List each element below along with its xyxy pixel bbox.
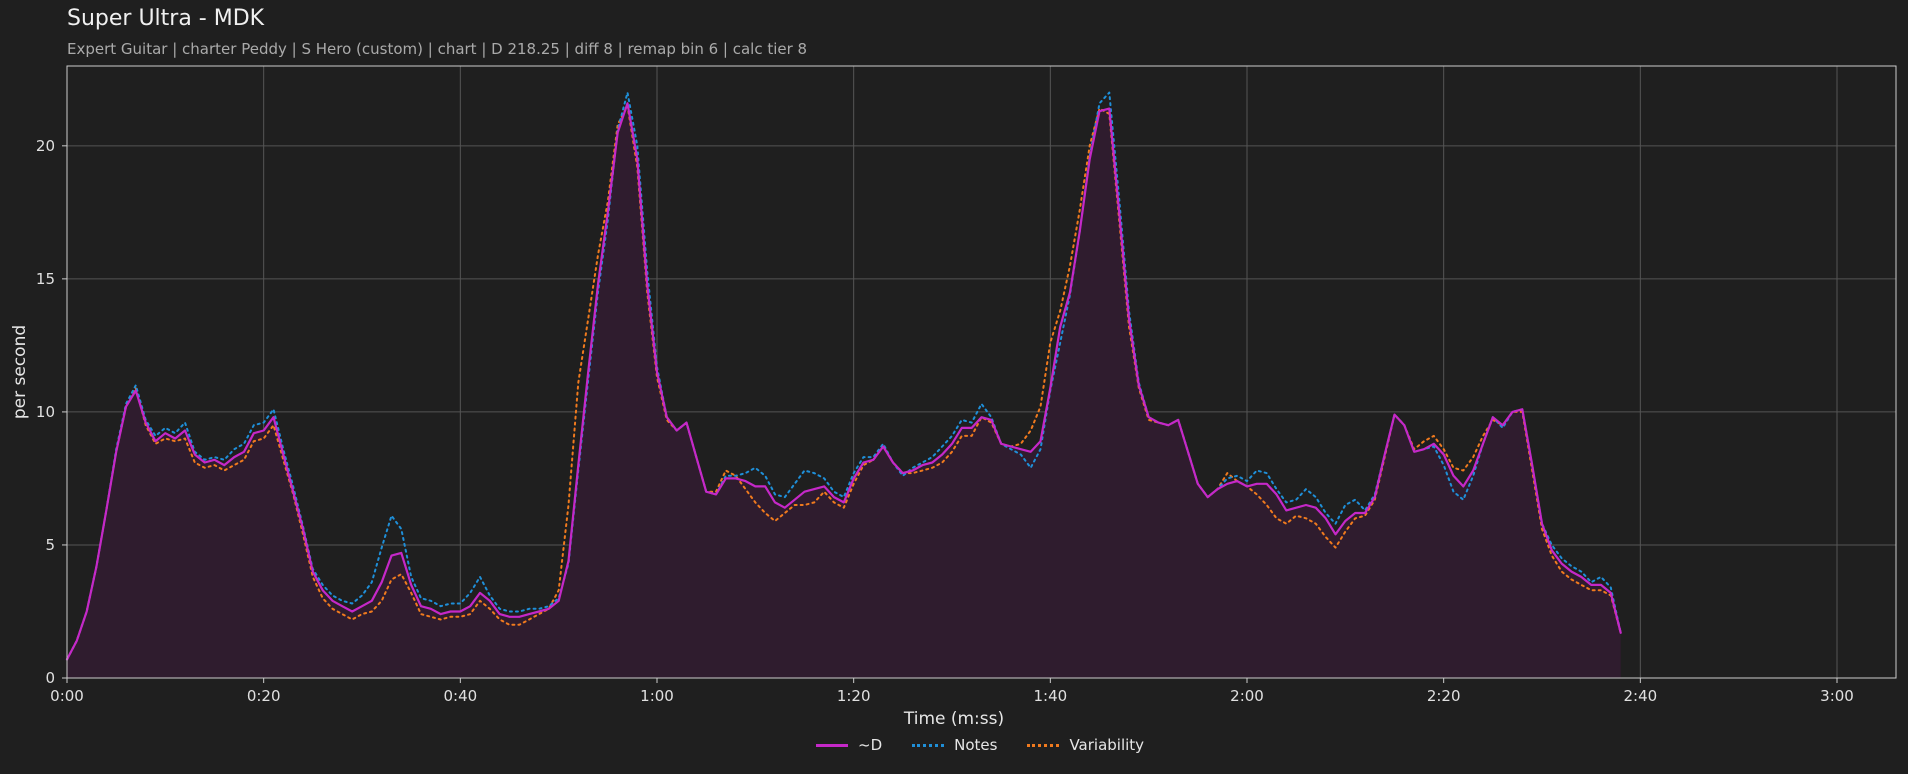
legend-item-d: ~D bbox=[816, 736, 882, 754]
legend-swatch-variability bbox=[1027, 743, 1060, 747]
legend-label-variability: Variability bbox=[1069, 736, 1145, 754]
y-tick-label: 5 bbox=[45, 536, 55, 554]
x-tick-label: 0:40 bbox=[443, 687, 477, 705]
x-axis-label: Time (m:ss) bbox=[903, 709, 1004, 729]
legend-swatch-notes bbox=[912, 743, 945, 747]
x-tick-label: 0:00 bbox=[50, 687, 84, 705]
legend-swatch-d bbox=[816, 743, 848, 747]
y-tick-label: 20 bbox=[36, 137, 55, 155]
x-tick-label: 2:00 bbox=[1230, 687, 1264, 705]
y-tick-label: 15 bbox=[36, 270, 55, 288]
legend-item-notes: Notes bbox=[912, 736, 997, 754]
x-tick-label: 2:40 bbox=[1623, 687, 1657, 705]
x-tick-label: 1:40 bbox=[1033, 687, 1067, 705]
x-tick-label: 3:00 bbox=[1820, 687, 1854, 705]
y-tick-label: 10 bbox=[36, 403, 55, 421]
legend-item-variability: Variability bbox=[1027, 736, 1144, 754]
chart-legend: ~D Notes Variability bbox=[816, 736, 1144, 754]
area-fill bbox=[67, 103, 1621, 679]
chart-canvas: 0:00 0:20 0:40 1:00 1:20 1:40 2:00 2:20 2:40 3:00… bbox=[10, 65, 1897, 729]
y-tick-label: 0 bbox=[45, 669, 55, 687]
legend-label-notes: Notes bbox=[954, 736, 998, 754]
x-tick-label: 2:20 bbox=[1427, 687, 1461, 705]
y-axis-label: per second bbox=[10, 325, 30, 419]
x-tick-label: 1:00 bbox=[640, 687, 674, 705]
legend-label-d: ~D bbox=[858, 736, 883, 754]
x-tick-label: 1:20 bbox=[837, 687, 871, 705]
d-area-fill bbox=[67, 103, 1621, 679]
x-tick-label: 0:20 bbox=[247, 687, 281, 705]
